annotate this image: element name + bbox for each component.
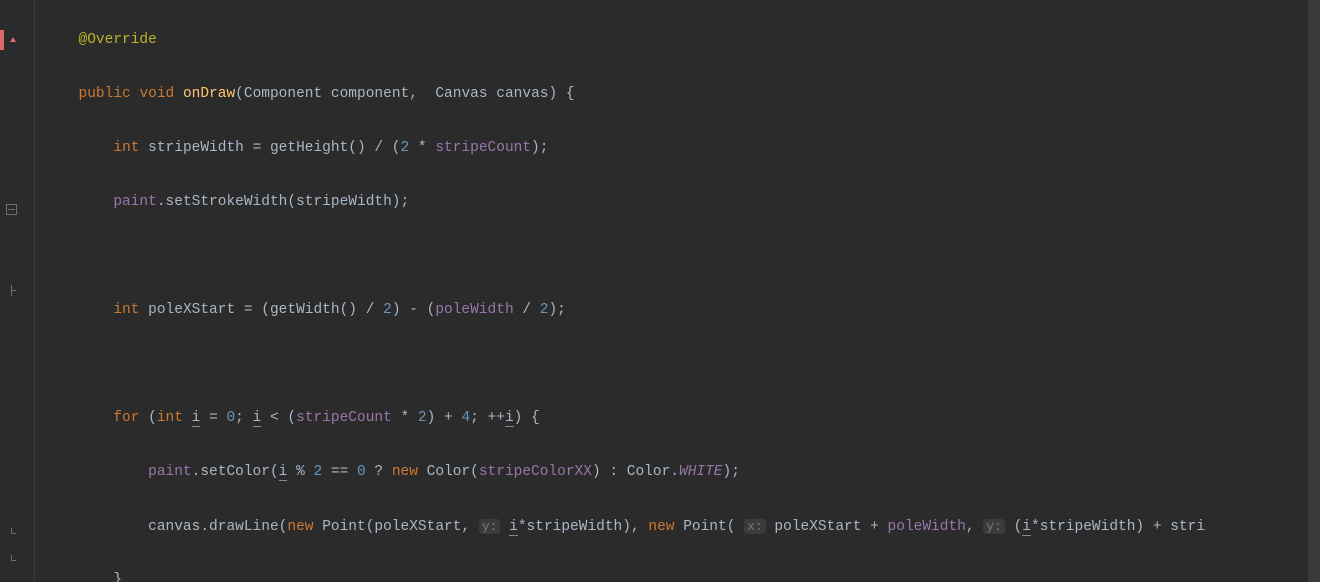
param-hint-x: x: xyxy=(744,519,766,534)
keyword-void: void xyxy=(139,86,174,102)
var-poleXStart: poleXStart xyxy=(148,302,235,318)
override-up-icon[interactable] xyxy=(6,34,20,48)
code-line[interactable]: int stripeWidth = getHeight() / (2 * str… xyxy=(35,135,1320,162)
code-line[interactable]: paint.setStrokeWidth(stripeWidth); xyxy=(35,189,1320,216)
field-stripeColorXX: stripeColorXX xyxy=(479,464,592,480)
code-line[interactable]: int poleXStart = (getWidth() / 2) - (pol… xyxy=(35,297,1320,324)
num-2: 2 xyxy=(383,302,392,318)
method-onDraw: onDraw xyxy=(183,86,235,102)
type-Component: Component xyxy=(244,86,322,102)
keyword-int: int xyxy=(113,302,139,318)
field-paint: paint xyxy=(113,194,157,210)
code-line[interactable]: for (int i = 0; i < (stripeCount * 2) + … xyxy=(35,405,1320,432)
fold-end-icon[interactable] xyxy=(4,526,18,540)
code-line[interactable] xyxy=(35,243,1320,270)
type-Point: Point xyxy=(683,519,727,535)
annotation: @Override xyxy=(79,32,157,48)
gutter-icon-layer xyxy=(0,0,34,582)
var-i: i xyxy=(1022,519,1031,536)
num-0: 0 xyxy=(357,464,366,480)
editor-gutter xyxy=(0,0,35,582)
var-poleXStart: poleXStart xyxy=(774,519,861,535)
keyword-int: int xyxy=(113,140,139,156)
param-canvas: canvas xyxy=(148,519,200,535)
code-line[interactable] xyxy=(35,351,1320,378)
var-stripeWidth: stripeWidth xyxy=(296,194,392,210)
var-stripeWidth: stripeWidth xyxy=(527,519,623,535)
num-2: 2 xyxy=(401,140,410,156)
keyword-new: new xyxy=(392,464,418,480)
num-4: 4 xyxy=(461,410,470,426)
call-setStrokeWidth: setStrokeWidth xyxy=(166,194,288,210)
field-poleWidth: poleWidth xyxy=(888,519,966,535)
var-poleXStart: poleXStart xyxy=(374,519,461,535)
param-component: component xyxy=(331,86,409,102)
trailing-text: stri xyxy=(1170,519,1205,535)
param-hint-y: y: xyxy=(479,519,501,534)
field-paint: paint xyxy=(148,464,192,480)
var-i: i xyxy=(509,519,518,536)
keyword-int: int xyxy=(157,410,183,426)
type-Point: Point xyxy=(322,519,366,535)
fold-minus-icon[interactable] xyxy=(4,202,18,216)
type-Color: Color xyxy=(427,464,471,480)
change-marker-icon[interactable] xyxy=(0,30,4,50)
fold-mid-icon[interactable] xyxy=(4,283,18,297)
num-2: 2 xyxy=(313,464,322,480)
var-i: i xyxy=(253,410,262,427)
field-poleWidth: poleWidth xyxy=(435,302,513,318)
code-line[interactable]: paint.setColor(i % 2 == 0 ? new Color(st… xyxy=(35,459,1320,486)
static-WHITE: WHITE xyxy=(679,464,723,480)
keyword-for: for xyxy=(113,410,139,426)
type-Canvas: Canvas xyxy=(435,86,487,102)
call-drawLine: drawLine xyxy=(209,519,279,535)
code-line[interactable]: canvas.drawLine(new Point(poleXStart, y:… xyxy=(35,513,1320,540)
var-i: i xyxy=(192,410,201,427)
var-i: i xyxy=(505,410,514,427)
code-editor[interactable]: @Override public void onDraw(Component c… xyxy=(35,0,1320,582)
field-stripeCount: stripeCount xyxy=(296,410,392,426)
error-stripe[interactable] xyxy=(1308,0,1320,582)
type-Color: Color xyxy=(627,464,671,480)
keyword-new: new xyxy=(648,519,674,535)
call-getHeight: getHeight xyxy=(270,140,348,156)
code-line[interactable]: public void onDraw(Component component, … xyxy=(35,81,1320,108)
keyword-new: new xyxy=(287,519,313,535)
var-stripeWidth: stripeWidth xyxy=(1040,519,1136,535)
var-i: i xyxy=(279,464,288,481)
param-canvas: canvas xyxy=(496,86,548,102)
param-hint-y: y: xyxy=(983,519,1005,534)
field-stripeCount: stripeCount xyxy=(435,140,531,156)
code-line[interactable]: } xyxy=(35,567,1320,582)
call-getWidth: getWidth xyxy=(270,302,340,318)
num-2: 2 xyxy=(418,410,427,426)
num-0: 0 xyxy=(226,410,235,426)
fold-end-icon[interactable] xyxy=(4,553,18,567)
call-setColor: setColor xyxy=(200,464,270,480)
keyword-public: public xyxy=(79,86,131,102)
var-stripeWidth: stripeWidth xyxy=(148,140,244,156)
code-line[interactable]: @Override xyxy=(35,27,1320,54)
